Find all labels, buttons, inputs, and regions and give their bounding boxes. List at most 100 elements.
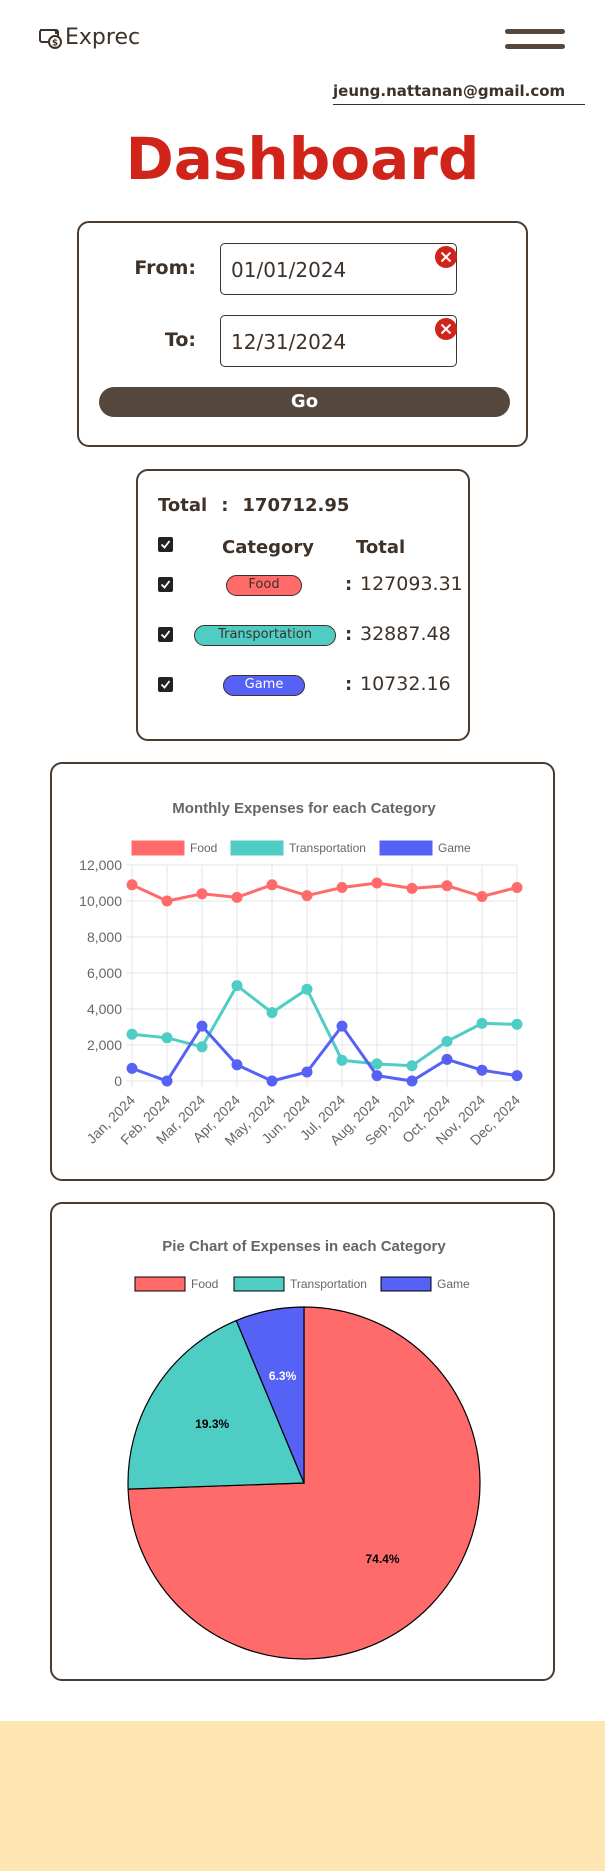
data-point-food xyxy=(231,891,243,903)
legend-swatch-food xyxy=(134,1276,186,1292)
row-colon: : xyxy=(345,574,353,595)
y-tick-label: 6,000 xyxy=(87,965,122,981)
y-tick-label: 10,000 xyxy=(79,893,122,909)
from-date-input[interactable]: 01/01/2024 xyxy=(220,243,457,295)
row-colon: : xyxy=(345,674,353,695)
pie-percent-label-food: 74.4% xyxy=(365,1552,399,1566)
data-point-transportation xyxy=(336,1054,348,1066)
grand-total: Total:170712.95 xyxy=(158,495,349,516)
data-point-transportation xyxy=(231,980,243,992)
data-point-food xyxy=(266,879,278,891)
from-label: From: xyxy=(134,257,196,279)
monthly-expenses-line-chart: Monthly Expenses for each Category Food Tr… xyxy=(79,800,523,1149)
wallet-dollar-icon: $ xyxy=(39,29,62,49)
clear-from-date-icon[interactable] xyxy=(435,246,457,268)
data-point-game xyxy=(231,1059,243,1071)
data-point-food xyxy=(196,888,208,900)
data-point-transportation xyxy=(126,1028,138,1040)
legend-swatch-transportation xyxy=(230,840,284,856)
data-point-transportation xyxy=(161,1032,173,1044)
data-point-game xyxy=(511,1070,523,1082)
data-point-transportation xyxy=(266,1007,278,1019)
category-column-header: Category xyxy=(222,537,315,558)
data-point-food xyxy=(301,890,313,902)
series-line-food xyxy=(131,881,518,903)
footer-band xyxy=(0,1721,605,1871)
hamburger-menu-icon[interactable] xyxy=(505,26,565,52)
svg-text:$: $ xyxy=(52,39,58,49)
data-point-food xyxy=(371,877,383,889)
data-point-food xyxy=(161,895,173,907)
data-point-transportation xyxy=(511,1018,523,1030)
select-all-checkbox[interactable] xyxy=(158,537,173,552)
from-row: From: 01/01/2024 xyxy=(79,243,526,295)
data-point-food xyxy=(126,879,138,891)
y-tick-label: 12,000 xyxy=(79,857,122,873)
data-point-food xyxy=(511,882,523,893)
to-label: To: xyxy=(164,329,196,351)
data-point-transportation xyxy=(301,983,313,995)
y-tick-label: 8,000 xyxy=(87,929,122,945)
expenses-pie-chart: Pie Chart of Expenses in each Category Fo… xyxy=(127,1238,481,1660)
data-point-game xyxy=(301,1066,313,1078)
to-date-input[interactable]: 12/31/2024 xyxy=(220,315,457,367)
data-point-game xyxy=(266,1075,278,1087)
data-point-transportation xyxy=(196,1041,208,1053)
row-colon: : xyxy=(345,624,353,645)
grand-total-value: 170712.95 xyxy=(242,495,350,516)
data-point-food xyxy=(441,880,453,892)
pie-chart-card: Pie Chart of Expenses in each Category Fo… xyxy=(50,1202,555,1681)
pie-percent-label-transportation: 19.3% xyxy=(195,1417,229,1431)
category-checkbox-food[interactable] xyxy=(158,577,173,592)
data-point-game xyxy=(196,1020,208,1032)
category-checkbox-game[interactable] xyxy=(158,677,173,692)
y-tick-label: 4,000 xyxy=(87,1001,122,1017)
category-checkbox-transportation[interactable] xyxy=(158,627,173,642)
category-badge-transportation: Transportation xyxy=(194,625,336,646)
pie-percent-label-game: 6.3% xyxy=(269,1369,297,1383)
to-date-value: 12/31/2024 xyxy=(231,330,347,354)
line-chart-card: Monthly Expenses for each Category Food Tr… xyxy=(50,762,555,1181)
go-button[interactable]: Go xyxy=(99,387,510,417)
legend-label-transportation: Transportation xyxy=(290,1277,367,1291)
category-totals-card: Total:170712.95 Category Total Food:1270… xyxy=(136,469,470,741)
header: $ Exprec jeung.nattanan@gmail.com xyxy=(0,0,605,120)
data-point-game xyxy=(161,1075,173,1087)
data-point-game xyxy=(126,1062,138,1074)
category-badge-food: Food xyxy=(226,575,302,596)
data-point-food xyxy=(476,891,488,902)
grand-total-label: Total xyxy=(158,495,208,516)
data-point-game xyxy=(336,1020,348,1032)
app-logo[interactable]: $ Exprec xyxy=(38,24,140,50)
data-point-transportation xyxy=(441,1035,453,1047)
y-tick-label: 0 xyxy=(114,1073,122,1089)
data-point-food xyxy=(406,882,418,894)
legend-label-game: Game xyxy=(438,841,471,855)
date-filter-card: From: 01/01/2024 To: 12/31/2024 Go xyxy=(77,221,528,447)
page-title: Dashboard xyxy=(125,125,480,193)
chart-title: Pie Chart of Expenses in each Category xyxy=(162,1238,446,1255)
app-name: Exprec xyxy=(65,24,141,50)
category-total-transportation: 32887.48 xyxy=(360,623,451,645)
chart-title: Monthly Expenses for each Category xyxy=(172,800,436,817)
grand-total-colon: : xyxy=(221,495,229,516)
legend-swatch-game xyxy=(380,1276,432,1292)
y-tick-label: 2,000 xyxy=(87,1037,122,1053)
total-column-header: Total xyxy=(356,537,406,558)
from-date-value: 01/01/2024 xyxy=(231,258,347,282)
category-total-game: 10732.16 xyxy=(360,673,451,695)
legend-swatch-food xyxy=(131,840,185,856)
legend-label-food: Food xyxy=(190,841,217,855)
data-point-game xyxy=(441,1053,453,1065)
series-line-transportation xyxy=(131,983,518,1068)
legend-swatch-transportation xyxy=(233,1276,285,1292)
clear-to-date-icon[interactable] xyxy=(435,318,457,340)
user-email[interactable]: jeung.nattanan@gmail.com xyxy=(333,82,585,105)
to-row: To: 12/31/2024 xyxy=(79,315,526,367)
category-badge-game: Game xyxy=(223,675,305,696)
data-point-game xyxy=(371,1070,383,1082)
legend-label-transportation: Transportation xyxy=(289,841,366,855)
data-point-game xyxy=(406,1075,418,1087)
legend-label-game: Game xyxy=(437,1277,470,1291)
data-point-transportation xyxy=(476,1017,488,1029)
